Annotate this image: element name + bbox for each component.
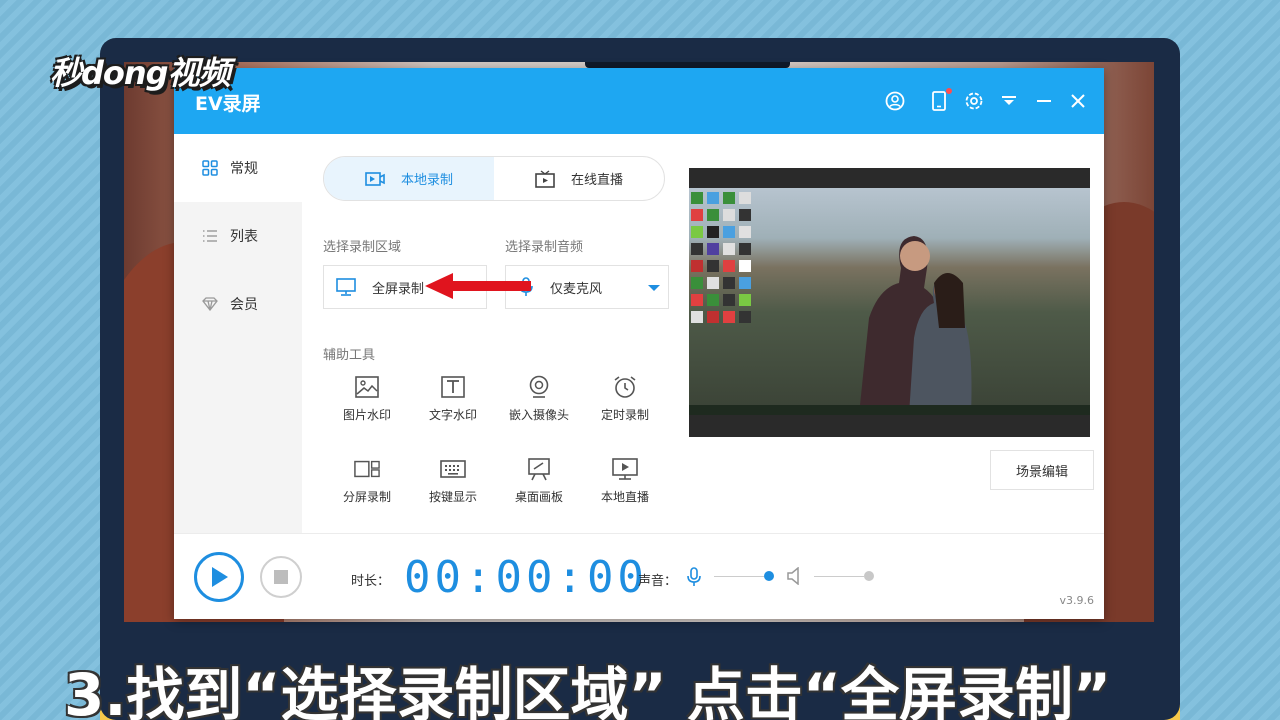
- mic-volume-knob[interactable]: [764, 571, 774, 581]
- speaker-volume-knob[interactable]: [864, 571, 874, 581]
- desktop-icons: [691, 192, 757, 323]
- split-screen-icon: [354, 456, 380, 482]
- tool-label: 文字水印: [428, 408, 477, 422]
- preview-image: [689, 188, 1090, 415]
- tool-local-live[interactable]: 本地直播: [582, 456, 668, 505]
- tool-label: 本地直播: [600, 490, 649, 504]
- start-record-button[interactable]: [194, 552, 244, 602]
- volume-label: 声音：: [638, 574, 678, 589]
- tool-label: 桌面画板: [514, 490, 563, 504]
- sidebar-item-general[interactable]: 常规: [174, 134, 302, 202]
- tool-label: 图片水印: [342, 408, 391, 422]
- tool-scheduled-record[interactable]: 定时录制: [582, 374, 668, 423]
- version-label: v3.9.6: [1059, 594, 1095, 607]
- tool-key-display[interactable]: 按键显示: [410, 456, 496, 505]
- image-icon: [354, 374, 380, 400]
- user-icon[interactable]: [884, 90, 906, 112]
- webcam-icon: [526, 374, 552, 400]
- grid-icon: [202, 160, 218, 176]
- mode-tabs: 本地录制 在线直播: [323, 156, 665, 201]
- record-audio-value: 仅麦克风: [550, 281, 603, 297]
- tool-text-watermark[interactable]: 文字水印: [410, 374, 496, 423]
- duration-timer: 00:00:00: [404, 552, 648, 603]
- tab-local-record[interactable]: 本地录制: [324, 157, 494, 200]
- speaker-volume-track[interactable]: [814, 576, 864, 577]
- stop-record-button[interactable]: [260, 556, 302, 598]
- mic-volume-icon[interactable]: [686, 567, 702, 591]
- notification-dot: [946, 88, 952, 94]
- preview-taskbar: [689, 405, 1090, 415]
- tool-label: 按键显示: [428, 490, 477, 504]
- watermark-logo: 秒dong视频: [50, 54, 231, 92]
- text-icon: [440, 374, 466, 400]
- speaker-icon[interactable]: [786, 566, 802, 589]
- record-area-label: 选择录制区域: [323, 240, 402, 255]
- tab-live-stream[interactable]: 在线直播: [494, 157, 664, 200]
- sidebar-item-label: 列表: [230, 229, 258, 245]
- record-area-value: 全屏录制: [372, 281, 425, 297]
- sidebar: 常规 列表 会员: [174, 134, 302, 533]
- easel-icon: [526, 456, 552, 482]
- titlebar: EV录屏: [174, 68, 1104, 134]
- monitor-icon: [336, 278, 356, 296]
- sidebar-item-label: 常规: [230, 161, 258, 177]
- chevron-down-icon: [648, 285, 660, 291]
- tutorial-caption: 3.找到“选择录制区域” 点击“全屏录制”: [64, 661, 1112, 720]
- list-icon: [202, 228, 218, 244]
- record-icon: [365, 171, 385, 187]
- close-icon[interactable]: [1067, 90, 1089, 112]
- tab-label: 在线直播: [570, 173, 623, 188]
- sidebar-item-list[interactable]: 列表: [174, 202, 302, 270]
- phone-icon[interactable]: [928, 88, 952, 112]
- red-arrow-annotation: [425, 273, 531, 299]
- keyboard-icon: [440, 456, 466, 482]
- alarm-icon: [612, 374, 638, 400]
- tv-icon: [535, 169, 555, 188]
- tool-label: 嵌入摄像头: [508, 408, 569, 422]
- scene-edit-button[interactable]: 场景编辑: [990, 450, 1094, 490]
- stop-icon: [274, 570, 288, 584]
- play-screen-icon: [612, 456, 638, 482]
- dropdown-icon[interactable]: [998, 90, 1020, 112]
- mic-volume-track[interactable]: [714, 576, 764, 577]
- sidebar-item-label: 会员: [230, 297, 258, 313]
- gear-icon[interactable]: [963, 90, 985, 112]
- minimize-icon[interactable]: [1033, 90, 1055, 112]
- bottom-bar: 时长： 00:00:00 声音： v3.9.6: [174, 533, 1104, 619]
- tool-embed-webcam[interactable]: 嵌入摄像头: [496, 374, 582, 423]
- duration-label: 时长：: [351, 574, 391, 589]
- tools-label: 辅助工具: [323, 348, 376, 363]
- diamond-icon: [202, 296, 218, 312]
- tab-label: 本地录制: [400, 173, 453, 188]
- tool-label: 分屏录制: [342, 490, 391, 504]
- tool-desktop-drawing[interactable]: 桌面画板: [496, 456, 582, 505]
- sidebar-item-member[interactable]: 会员: [174, 270, 302, 338]
- couple-photo: [859, 236, 972, 415]
- preview-panel: [689, 168, 1090, 437]
- tool-image-watermark[interactable]: 图片水印: [324, 374, 410, 423]
- play-icon: [212, 567, 228, 587]
- tool-split-screen[interactable]: 分屏录制: [324, 456, 410, 505]
- record-audio-label: 选择录制音频: [505, 240, 584, 255]
- tool-label: 定时录制: [600, 408, 649, 422]
- ev-recorder-window: EV录屏 常规 列表 会员 本地录制 在线直播 选择录制区域 选择录制音频 全屏…: [174, 68, 1104, 619]
